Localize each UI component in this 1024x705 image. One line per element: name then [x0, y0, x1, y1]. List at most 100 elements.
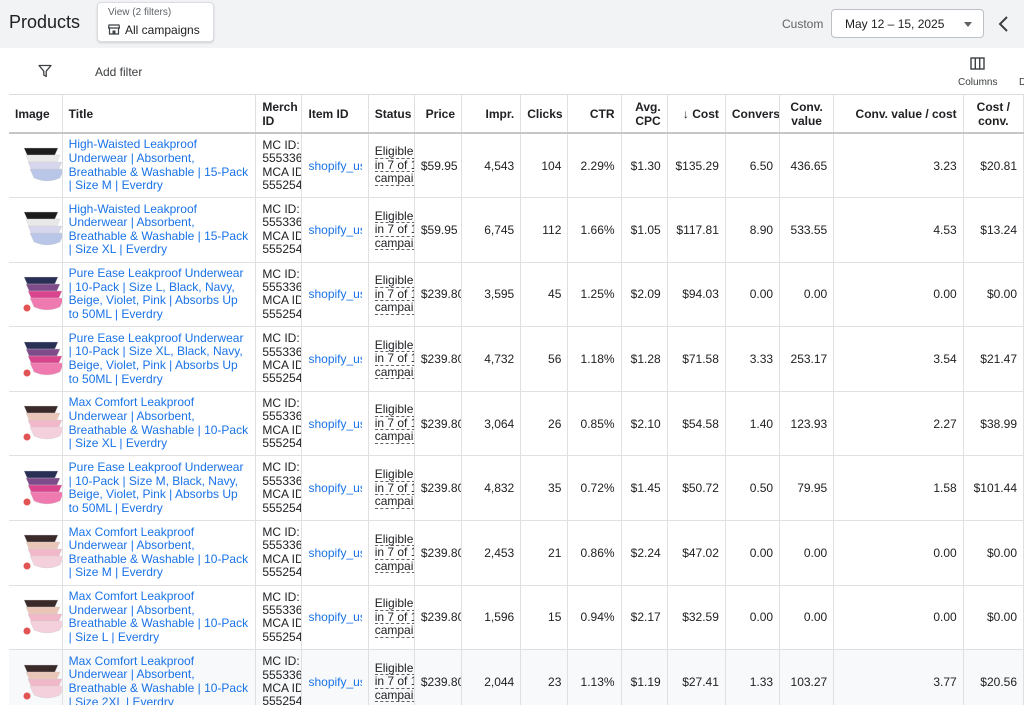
table-row[interactable]: High-Waisted Leakproof Underwear | Absor…	[9, 133, 1024, 199]
columns-icon[interactable]	[970, 57, 985, 70]
clicks-value: 45	[548, 287, 562, 302]
ctr-value-cell: 0.85%	[567, 391, 622, 457]
conv-value-cost-value-cell: 0.00	[833, 520, 964, 586]
item-id-link[interactable]: shopify_us_	[308, 481, 361, 495]
conv-value-cost-value: 3.77	[933, 675, 957, 690]
impr-value-cell: 2,044	[461, 649, 522, 705]
product-title-link[interactable]: Max Comfort Leakproof Underwear | Absorb…	[69, 525, 250, 580]
column-header-cost-conv[interactable]: Cost / conv.	[963, 95, 1024, 134]
column-header-avg-cpc[interactable]: Avg. CPC	[621, 95, 668, 134]
table-row[interactable]: High-Waisted Leakproof Underwear | Absor…	[9, 197, 1024, 263]
column-header-status[interactable]: Status	[368, 95, 415, 134]
status-text[interactable]: Eligible in 7 of 1 campai	[374, 145, 414, 186]
product-image-cell	[9, 197, 63, 263]
cost-conv-value: $38.99	[980, 416, 1017, 431]
impr-value-cell: 4,832	[461, 455, 522, 522]
conv-value-value-cell: 103.27	[779, 649, 835, 705]
cost-value: $135.29	[675, 158, 719, 173]
table-row[interactable]: Max Comfort Leakproof Underwear | Absorb…	[9, 649, 1024, 705]
status-text[interactable]: Eligible in 7 of 1 campai	[374, 662, 414, 703]
item-id-link[interactable]: shopify_us_	[308, 287, 361, 301]
status-text[interactable]: Eligible in 7 of 1 campai	[374, 403, 414, 444]
column-header-cost[interactable]: ↓ Cost	[667, 95, 726, 134]
top-bar: Products View (2 filters) All campaigns …	[0, 0, 1024, 48]
status-text[interactable]: Eligible in 7 of 1 campai	[374, 339, 414, 380]
avg-cpc-value-cell: $1.30	[621, 133, 668, 199]
table-row[interactable]: Pure Ease Leakproof Underwear | 10-Pack …	[9, 262, 1024, 328]
item-id-link[interactable]: shopify_us_	[308, 546, 361, 560]
cost-conv-value: $0.00	[986, 545, 1017, 560]
column-header-conv-value-cost[interactable]: Conv. value / cost	[833, 95, 964, 134]
column-header-conversions[interactable]: Convers	[725, 95, 781, 134]
product-title-link[interactable]: Pure Ease Leakproof Underwear | 10-Pack …	[69, 331, 250, 386]
column-header-image[interactable]: Image	[9, 95, 63, 134]
item-id-link[interactable]: shopify_us_	[308, 352, 361, 366]
status-text[interactable]: Eligible in 7 of 1 campai	[374, 533, 414, 574]
status-text-cell: Eligible in 7 of 1 campai	[368, 391, 415, 457]
cost-value-cell: $47.02	[667, 520, 726, 586]
product-title-link[interactable]: Max Comfort Leakproof Underwear | Absorb…	[69, 396, 250, 450]
column-header-ctr[interactable]: CTR	[567, 95, 622, 134]
avg-cpc-value: $2.09	[630, 287, 661, 302]
product-title-link[interactable]: Max Comfort Leakproof Underwear | Absorb…	[69, 654, 250, 705]
status-text[interactable]: Eligible in 7 of 1 campai	[374, 274, 414, 315]
conversions-value-cell: 1.33	[725, 649, 781, 705]
table-row[interactable]: Max Comfort Leakproof Underwear | Absorb…	[9, 585, 1024, 651]
conv-value-cost-value-cell: 3.23	[833, 133, 964, 199]
status-text[interactable]: Eligible in 7 of 1 campai	[374, 468, 414, 509]
product-title-link[interactable]: Max Comfort Leakproof Underwear | Absorb…	[69, 589, 250, 644]
cost-conv-value-cell: $38.99	[963, 391, 1024, 457]
price-value: $239.80	[420, 352, 462, 367]
view-selector[interactable]: View (2 filters) All campaigns	[97, 2, 214, 42]
conversions-value: 0.50	[749, 481, 774, 496]
filter-icon[interactable]	[38, 64, 52, 78]
status-text-cell: Eligible in 7 of 1 campai	[368, 326, 415, 392]
product-title-link[interactable]: High-Waisted Leakproof Underwear | Absor…	[69, 202, 250, 257]
item-id-link[interactable]: shopify_us_	[308, 610, 361, 624]
column-header-impr[interactable]: Impr.	[461, 95, 522, 134]
price-value-cell: $239.80	[414, 455, 463, 522]
clicks-value: 23	[548, 675, 562, 690]
product-thumbnail	[23, 147, 62, 182]
truncated-toolbar-label[interactable]: D	[1019, 77, 1024, 88]
conv-value-value: 253.17	[790, 352, 828, 367]
conversions-value-cell: 6.50	[725, 133, 781, 199]
product-title-link[interactable]: Pure Ease Leakproof Underwear | 10-Pack …	[69, 460, 250, 515]
conversions-value: 1.33	[749, 675, 774, 690]
conv-value-cost-value: 1.58	[933, 481, 957, 496]
conv-value-cost-value-cell: 2.27	[833, 391, 964, 457]
product-title-link[interactable]: Pure Ease Leakproof Underwear | 10-Pack …	[69, 266, 250, 321]
price-value: $239.80	[420, 481, 462, 496]
conversions-value-cell: 8.90	[725, 197, 781, 263]
table-row[interactable]: Max Comfort Leakproof Underwear | Absorb…	[9, 391, 1024, 457]
product-title-link[interactable]: High-Waisted Leakproof Underwear | Absor…	[69, 138, 250, 192]
table-row[interactable]: Pure Ease Leakproof Underwear | 10-Pack …	[9, 455, 1024, 522]
column-header-clicks[interactable]: Clicks	[520, 95, 569, 134]
impr-value-cell: 4,543	[461, 133, 522, 199]
conversions-value: 6.50	[749, 158, 774, 173]
item-id-link[interactable]: shopify_us_	[308, 675, 361, 689]
item-id-link[interactable]: shopify_us_	[308, 417, 361, 431]
impr-value: 4,832	[484, 481, 515, 496]
ctr-value-cell: 2.29%	[567, 133, 622, 199]
cost-value: $54.58	[682, 416, 719, 431]
ctr-value: 1.66%	[580, 222, 615, 237]
column-header-price[interactable]: Price	[414, 95, 463, 134]
column-header-conv-value[interactable]: Conv. value	[779, 95, 835, 134]
item-id-link[interactable]: shopify_us_	[308, 223, 361, 237]
column-header-merch-id[interactable]: Merch ID	[255, 95, 303, 134]
column-header-item-id[interactable]: Item ID	[301, 95, 369, 134]
column-header-title[interactable]: Title	[62, 95, 257, 134]
item-id-link[interactable]: shopify_us_	[308, 159, 361, 173]
chevron-left-icon[interactable]	[993, 13, 1015, 35]
table-row[interactable]: Pure Ease Leakproof Underwear | 10-Pack …	[9, 326, 1024, 392]
impr-value: 3,064	[484, 416, 515, 431]
cost-conv-value: $20.81	[980, 158, 1017, 173]
add-filter-button[interactable]: Add filter	[95, 65, 142, 79]
date-range-selector[interactable]: May 12 – 15, 2025	[831, 9, 984, 38]
status-text[interactable]: Eligible in 7 of 1 campai	[374, 597, 414, 638]
columns-button-label[interactable]: Columns	[958, 77, 997, 88]
status-text[interactable]: Eligible in 7 of 1 campai	[374, 210, 414, 251]
product-image-cell	[9, 326, 63, 392]
table-row[interactable]: Max Comfort Leakproof Underwear | Absorb…	[9, 520, 1024, 586]
